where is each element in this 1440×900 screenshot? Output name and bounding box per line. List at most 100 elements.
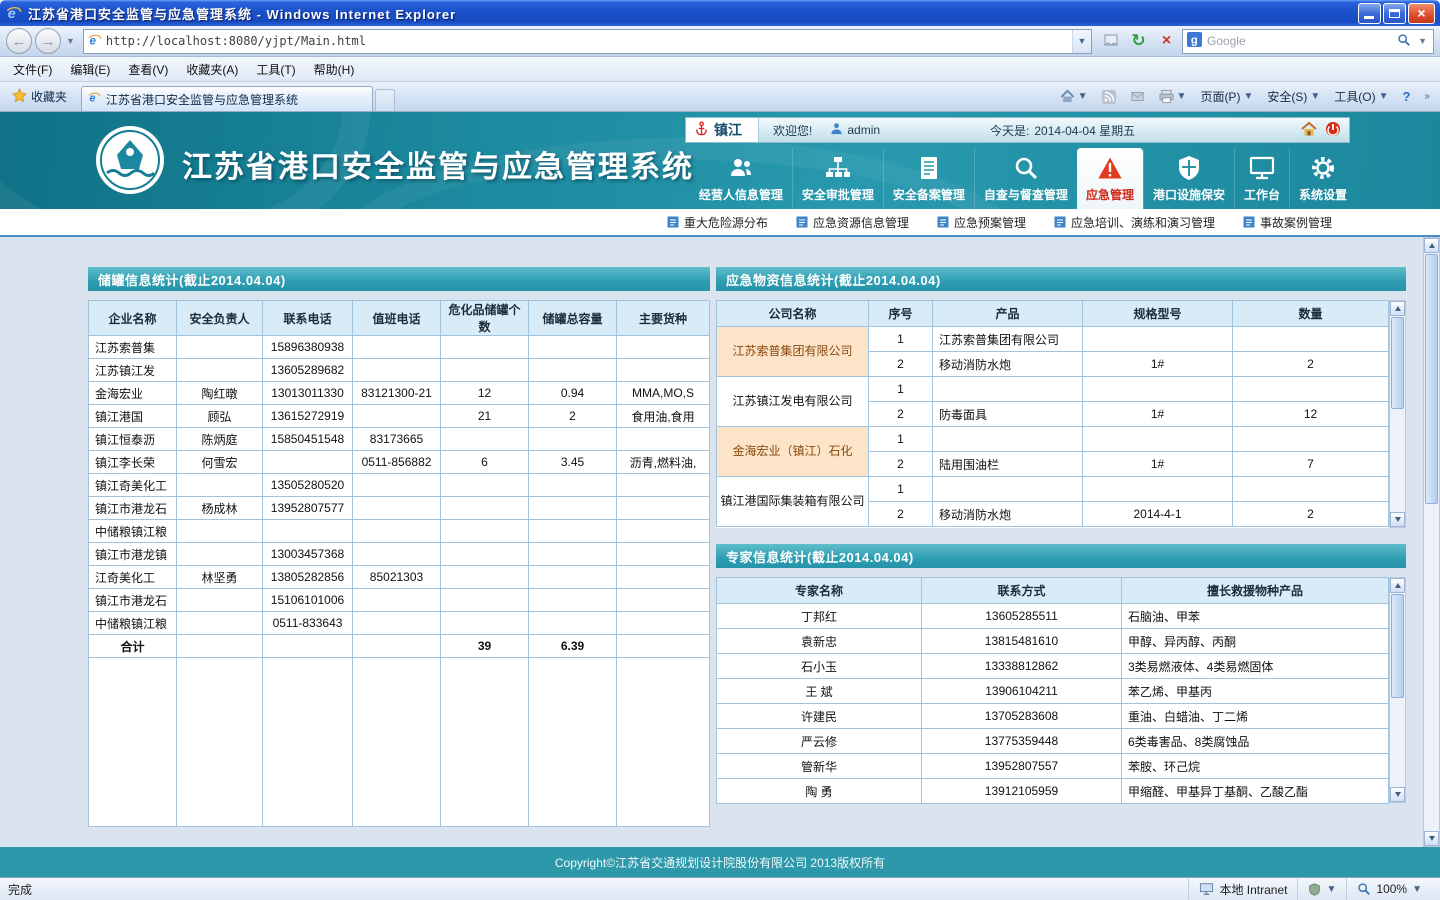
cell [177, 589, 263, 612]
tank-panel: 储罐信息统计(截止2014.04.04) 企业名称安全负责人联系电话值班电话危化… [88, 267, 710, 827]
browser-menu-item[interactable]: 编辑(E) [61, 58, 119, 81]
cell: 13952807557 [922, 754, 1122, 779]
help-button[interactable]: ? [1396, 85, 1416, 109]
stop-button[interactable]: × [1154, 29, 1179, 54]
toolbar-overflow-icon[interactable]: » [1418, 85, 1436, 109]
cell: 镇江市港龙镇 [89, 543, 177, 566]
cell [1083, 327, 1233, 352]
scroll-up-button[interactable] [1424, 238, 1439, 253]
ie-logo-icon: e [5, 4, 23, 22]
right-column: 应急物资信息统计(截止2014.04.04) 公司名称序号产品规格型号数量江苏索… [716, 267, 1406, 803]
scrollbar-thumb[interactable] [1391, 594, 1404, 698]
site-title: 江苏省港口安全监管与应急管理系统 [182, 142, 694, 186]
nav-item-org[interactable]: 安全审批管理 [792, 148, 883, 209]
column-header: 危化品储罐个数 [441, 301, 529, 336]
forward-button[interactable]: → [35, 28, 61, 54]
cell [617, 497, 710, 520]
tank-row: 镇江港国顾弘13615272919212食用油,食用 [89, 405, 710, 428]
nav-item-monitor[interactable]: 工作台 [1234, 148, 1289, 209]
feeds-button[interactable] [1096, 85, 1122, 109]
nav-item-search[interactable]: 自查与督查管理 [974, 148, 1077, 209]
address-input[interactable]: e http://localhost:8080/yjpt/Main.html ▼ [83, 29, 1092, 54]
cell: 食用油,食用 [617, 405, 710, 428]
scroll-up-button[interactable] [1390, 578, 1405, 593]
submenu-item[interactable]: 重大危险源分布 [667, 214, 768, 231]
cell [177, 612, 263, 635]
city-selector[interactable]: 镇江 [686, 118, 759, 142]
maximize-button[interactable] [1383, 3, 1406, 24]
submenu-item[interactable]: 事故案例管理 [1243, 214, 1332, 231]
protected-mode-indicator[interactable]: ▼ [1297, 878, 1346, 900]
cell [529, 428, 617, 451]
scroll-down-button[interactable] [1390, 512, 1405, 527]
scrollbar-thumb[interactable] [1425, 254, 1438, 504]
expert-row: 许建民13705283608重油、白蜡油、丁二烯 [717, 704, 1389, 729]
browser-menu-item[interactable]: 帮助(H) [305, 58, 364, 81]
back-button[interactable]: ← [6, 28, 32, 54]
tools-menu-button[interactable]: 工具(O) ▼ [1328, 85, 1394, 109]
safety-menu-button[interactable]: 安全(S) ▼ [1261, 85, 1326, 109]
nav-item-gear[interactable]: 系统设置 [1289, 148, 1356, 209]
scrollbar-track[interactable] [1390, 594, 1405, 786]
search-magnifier-icon[interactable] [1397, 33, 1411, 50]
submenu-item[interactable]: 应急预案管理 [937, 214, 1026, 231]
submenu-item[interactable]: 应急资源信息管理 [796, 214, 909, 231]
submenu-item[interactable]: 应急培训、演练和演习管理 [1054, 214, 1215, 231]
browser-menu-item[interactable]: 查看(V) [119, 58, 177, 81]
nav-item-warning[interactable]: 应急管理 [1077, 148, 1143, 209]
supplies-scrollbar[interactable] [1389, 300, 1406, 528]
browser-menu-item[interactable]: 文件(F) [4, 58, 61, 81]
history-dropdown-icon[interactable]: ▼ [64, 36, 77, 46]
minimize-button[interactable] [1358, 3, 1381, 24]
scroll-down-button[interactable] [1390, 787, 1405, 802]
cell [617, 589, 710, 612]
cell [529, 336, 617, 359]
cell: 石小玉 [717, 654, 922, 679]
close-button[interactable]: × [1408, 3, 1435, 24]
down-arrow-icon [1429, 836, 1435, 841]
page-menu-button[interactable]: 页面(P) ▼ [1194, 85, 1259, 109]
column-header: 主要货种 [617, 301, 710, 336]
nav-item-doc[interactable]: 安全备案管理 [883, 148, 974, 209]
scroll-down-button[interactable] [1424, 831, 1439, 846]
logout-icon[interactable] [1325, 121, 1341, 140]
experts-scrollbar[interactable] [1389, 577, 1406, 803]
experts-table-frame: 专家名称联系方式擅长救援物种产品丁邦红13605285511石脑油、甲苯袁新忠1… [716, 577, 1406, 803]
zoom-control[interactable]: 100% ▼ [1346, 878, 1432, 900]
cell [529, 658, 617, 827]
tank-row: 金海宏业陶红暾1301301133083121300-21120.94MMA,M… [89, 382, 710, 405]
cell: 甲醇、异丙醇、丙酮 [1122, 629, 1389, 654]
expert-row: 陶 勇13912105959甲缩醛、甲基异丁基酮、乙酸乙酯 [717, 779, 1389, 804]
print-button[interactable]: ▼ [1153, 85, 1193, 109]
site-header: 江苏省港口安全监管与应急管理系统 镇江 欢迎您! admin 今天是: 2014… [0, 112, 1440, 209]
read-mail-button[interactable] [1124, 85, 1151, 109]
browser-menu-item[interactable]: 工具(T) [247, 58, 304, 81]
gear-icon [1309, 154, 1337, 182]
search-dropdown-icon[interactable]: ▼ [1416, 36, 1429, 46]
scroll-up-button[interactable] [1390, 301, 1405, 316]
home-button[interactable]: ▼ [1054, 85, 1094, 109]
browser-menu-item[interactable]: 收藏夹(A) [177, 58, 247, 81]
refresh-button[interactable]: ↻ [1126, 29, 1151, 54]
scrollbar-thumb[interactable] [1391, 317, 1404, 409]
cell: 83121300-21 [353, 382, 441, 405]
url-dropdown-icon[interactable]: ▼ [1072, 30, 1091, 53]
compatibility-view-button[interactable] [1098, 29, 1123, 54]
expert-row: 石小玉133388128623类易燃液体、4类易燃固体 [717, 654, 1389, 679]
cell: 1 [869, 427, 933, 452]
nav-item-shield[interactable]: 港口设施保安 [1143, 148, 1234, 209]
date-value: 2014-04-04 星期五 [1034, 122, 1135, 139]
tab-favicon-icon: e [88, 91, 101, 107]
browser-tab[interactable]: e 江苏省港口安全监管与应急管理系统 [81, 86, 373, 111]
cell: 12 [441, 382, 529, 405]
favorites-button[interactable]: 收藏夹 [4, 85, 75, 109]
cell [353, 497, 441, 520]
nav-item-label: 安全备案管理 [893, 186, 965, 203]
scrollbar-track[interactable] [1424, 254, 1439, 830]
home-page-icon[interactable] [1301, 121, 1317, 140]
page-scrollbar[interactable] [1423, 237, 1440, 847]
new-tab-button[interactable] [375, 89, 395, 111]
nav-item-people[interactable]: 经营人信息管理 [690, 148, 792, 209]
search-input[interactable]: g Google ▼ [1182, 29, 1434, 54]
scrollbar-track[interactable] [1390, 317, 1405, 511]
